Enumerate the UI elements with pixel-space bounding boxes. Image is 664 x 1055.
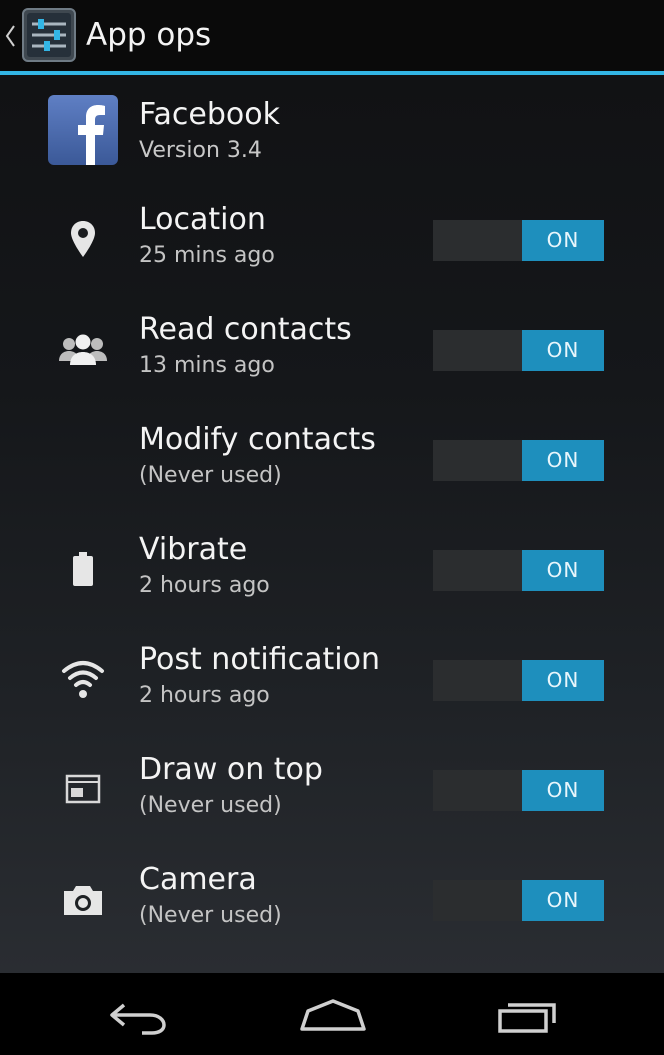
op-label: Read contacts [139, 312, 352, 347]
app-name: Facebook [139, 97, 280, 132]
wifi-icon [62, 661, 104, 698]
nav-back-icon[interactable] [106, 995, 170, 1035]
nav-recents-icon[interactable] [496, 995, 560, 1035]
op-label: Camera [139, 862, 257, 897]
op-label: Vibrate [139, 532, 248, 567]
toggle-on-label: ON [522, 880, 604, 921]
nav-home-icon[interactable] [298, 995, 368, 1035]
app-header: Facebook Version 3.4 [0, 75, 664, 185]
op-last-used: (Never used) [139, 793, 282, 818]
op-label: Location [139, 202, 266, 237]
op-row-vibrate[interactable]: Vibrate 2 hours ago ON [0, 515, 664, 625]
toggle-on-label: ON [522, 770, 604, 811]
op-row-post-notification[interactable]: Post notification 2 hours ago ON [0, 625, 664, 735]
action-bar: App ops [0, 0, 664, 75]
op-last-used: (Never used) [139, 903, 282, 928]
op-row-camera[interactable]: Camera (Never used) ON [0, 845, 664, 955]
op-row-read-contacts[interactable]: Read contacts 13 mins ago ON [0, 295, 664, 405]
settings-sliders-icon[interactable] [22, 8, 76, 62]
op-row-location[interactable]: Location 25 mins ago ON [0, 185, 664, 295]
draw-on-top-toggle[interactable]: ON [433, 770, 604, 811]
vibrate-toggle[interactable]: ON [433, 550, 604, 591]
toggle-on-label: ON [522, 660, 604, 701]
location-pin-icon [71, 221, 95, 257]
page-title: App ops [86, 17, 212, 53]
contacts-icon [59, 334, 107, 365]
battery-icon [73, 552, 93, 586]
app-ops-list[interactable]: Facebook Version 3.4 Location 25 mins ag… [0, 75, 664, 973]
op-last-used: (Never used) [139, 463, 282, 488]
location-toggle[interactable]: ON [433, 220, 604, 261]
post-notification-toggle[interactable]: ON [433, 660, 604, 701]
facebook-logo-icon [48, 95, 118, 165]
toggle-on-label: ON [522, 220, 604, 261]
chevron-left-icon[interactable] [4, 18, 16, 54]
op-label: Post notification [139, 642, 381, 677]
toggle-on-label: ON [522, 440, 604, 481]
op-label: Modify contacts [139, 422, 376, 457]
read-contacts-toggle[interactable]: ON [433, 330, 604, 371]
op-last-used: 13 mins ago [139, 353, 275, 378]
op-row-modify-contacts[interactable]: Modify contacts (Never used) ON [0, 405, 664, 515]
op-last-used: 25 mins ago [139, 243, 275, 268]
app-version: Version 3.4 [139, 138, 262, 163]
modify-contacts-toggle[interactable]: ON [433, 440, 604, 481]
op-row-draw-on-top[interactable]: Draw on top (Never used) ON [0, 735, 664, 845]
toggle-on-label: ON [522, 330, 604, 371]
camera-toggle[interactable]: ON [433, 880, 604, 921]
navigation-bar [0, 973, 664, 1055]
op-label: Draw on top [139, 752, 323, 787]
camera-icon [64, 886, 102, 915]
toggle-on-label: ON [522, 550, 604, 591]
op-last-used: 2 hours ago [139, 683, 270, 708]
window-overlay-icon [65, 774, 101, 804]
op-last-used: 2 hours ago [139, 573, 270, 598]
